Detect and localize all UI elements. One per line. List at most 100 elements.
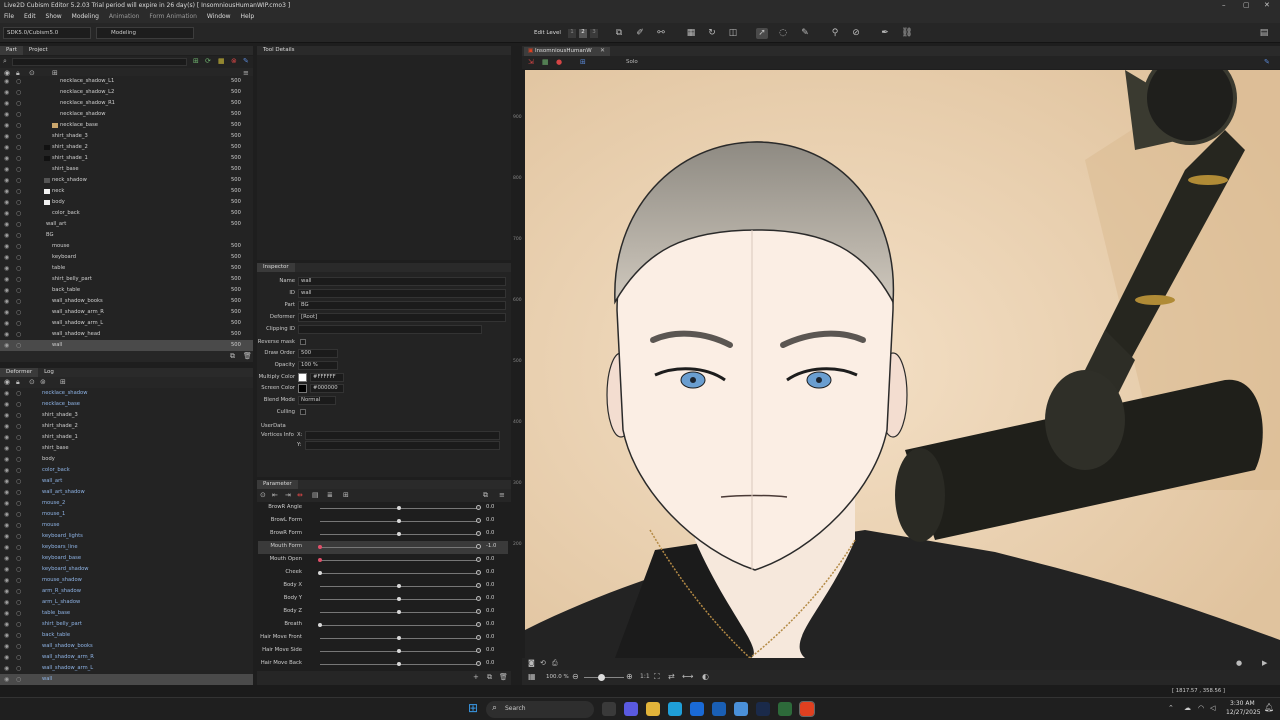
part-row[interactable]: ◉ ○ wall 500: [0, 340, 253, 351]
parameter-handle[interactable]: [397, 662, 401, 666]
lock-toggle-icon[interactable]: ○: [16, 531, 21, 542]
eye-icon[interactable]: ◉: [4, 153, 9, 164]
deformer-lock-icon[interactable]: 🔒︎: [16, 378, 20, 387]
parameter-row[interactable]: BrowL Form 0.0: [258, 515, 508, 528]
deformer-row[interactable]: ◉ ○ arm_L_shadow: [0, 597, 253, 608]
lock-toggle-icon[interactable]: ○: [16, 586, 21, 597]
parameter-handle[interactable]: [318, 545, 322, 549]
zoom-level[interactable]: 100.0 %: [546, 674, 569, 680]
parameter-value[interactable]: 0.0: [486, 660, 494, 666]
solo-toggle[interactable]: Solo: [626, 59, 638, 65]
eye-icon[interactable]: ◉: [4, 131, 9, 142]
eye-icon[interactable]: ◉: [4, 663, 9, 674]
part-row[interactable]: ◉ ○ mouse 500: [0, 241, 253, 252]
deformer-row[interactable]: ◉ ○ mouse_1: [0, 509, 253, 520]
parameter-value[interactable]: 0.0: [486, 517, 494, 523]
inspector-field[interactable]: [Root]: [298, 313, 506, 322]
lock-toggle-icon[interactable]: ○: [16, 197, 21, 208]
inspector-checkbox[interactable]: [300, 409, 306, 415]
lock-toggle-icon[interactable]: ○: [16, 476, 21, 487]
lock-toggle-icon[interactable]: ○: [16, 597, 21, 608]
parameter-handle[interactable]: [397, 584, 401, 588]
search-icon[interactable]: ⌕: [3, 57, 7, 66]
lock-toggle-icon[interactable]: ○: [16, 274, 21, 285]
panel-toggle-icon[interactable]: ▤: [1258, 28, 1270, 39]
eye-icon[interactable]: ◉: [4, 241, 9, 252]
lock-toggle-icon[interactable]: ○: [16, 219, 21, 230]
deformer-eye-icon[interactable]: ⊚: [40, 378, 46, 386]
windows-start-icon[interactable]: ⊞: [468, 701, 478, 715]
eye-icon[interactable]: ◉: [4, 421, 9, 432]
inspector-field[interactable]: 500: [298, 349, 338, 358]
part-row[interactable]: ◉ ○ wall_shadow_arm_R 500: [0, 307, 253, 318]
parameter-slider[interactable]: [320, 625, 478, 626]
tray-volume-icon[interactable]: ◁: [1210, 704, 1215, 712]
blend-icon[interactable]: ▤: [312, 491, 319, 499]
deformer-row[interactable]: ◉ ○ keyboard_base: [0, 553, 253, 564]
vertices-y-field[interactable]: [305, 441, 500, 450]
new-part-icon[interactable]: ⊞: [193, 57, 199, 65]
part-row[interactable]: ◉ ○ shirt_base 500: [0, 164, 253, 175]
parameter-row[interactable]: BrowR Angle 0.0: [258, 502, 508, 515]
lock-toggle-icon[interactable]: ○: [16, 164, 21, 175]
lock-toggle-icon[interactable]: ○: [16, 98, 21, 109]
deformer-row[interactable]: ◉ ○ shirt_shade_3: [0, 410, 253, 421]
deformer-row[interactable]: ◉ ○ shirt_belly_part: [0, 619, 253, 630]
parameter-row[interactable]: Mouth Open 0.0: [258, 554, 508, 567]
task-view-icon[interactable]: [602, 702, 616, 716]
lock-toggle-icon[interactable]: ○: [16, 674, 21, 685]
zoom-in-icon[interactable]: ⊕: [626, 672, 633, 681]
view-mesh-icon[interactable]: ⊞: [580, 58, 586, 66]
deformer-row[interactable]: ◉ ○ keyboars_line: [0, 542, 253, 553]
parameter-handle[interactable]: [397, 532, 401, 536]
deformer-row[interactable]: ◉ ○ necklace_shadow: [0, 388, 253, 399]
lock-toggle-icon[interactable]: ○: [16, 608, 21, 619]
eye-icon[interactable]: ◉: [4, 109, 9, 120]
deformer-row[interactable]: ◉ ○ necklace_base: [0, 399, 253, 410]
eye-icon[interactable]: ◉: [4, 509, 9, 520]
parameter-value[interactable]: 0.0: [486, 647, 494, 653]
lock-toggle-icon[interactable]: ○: [16, 329, 21, 340]
parameter-row[interactable]: Body Z 0.0: [258, 606, 508, 619]
link-param-icon[interactable]: ⊞: [343, 491, 349, 499]
lock-toggle-icon[interactable]: ○: [16, 241, 21, 252]
menu-show[interactable]: Show: [42, 12, 66, 21]
eye-icon[interactable]: ◉: [4, 498, 9, 509]
parameter-row[interactable]: Breath 0.0: [258, 619, 508, 632]
lock-toggle-icon[interactable]: ○: [16, 142, 21, 153]
arrow-select-icon[interactable]: ➚: [756, 28, 768, 39]
parameter-handle[interactable]: [397, 636, 401, 640]
view-record-icon[interactable]: ●: [556, 58, 562, 66]
menu-animation[interactable]: Animation: [105, 12, 144, 21]
screenshot-icon[interactable]: ⎙: [552, 659, 558, 668]
lock-toggle-icon[interactable]: ○: [16, 318, 21, 329]
parameter-slider[interactable]: [320, 560, 478, 561]
eye-icon[interactable]: ◉: [4, 340, 9, 351]
menu-form-animation[interactable]: Form Animation: [145, 12, 201, 21]
lock-toggle-icon[interactable]: ○: [16, 465, 21, 476]
eye-icon[interactable]: ◉: [4, 252, 9, 263]
part-row[interactable]: ◉ ○ color_back 500: [0, 208, 253, 219]
deformer-row[interactable]: ◉ ○ mouse: [0, 520, 253, 531]
edit-level-1[interactable]: 1: [568, 29, 576, 38]
link-icon[interactable]: ⛓: [901, 28, 913, 39]
eye-icon[interactable]: ◉: [4, 164, 9, 175]
parameter-value[interactable]: 0.0: [486, 504, 494, 510]
deformer-row[interactable]: ◉ ○ wall_art_shadow: [0, 487, 253, 498]
part-row[interactable]: ◉ ○ necklace_shadow_R1 500: [0, 98, 253, 109]
tray-chevron-icon[interactable]: ⌃: [1168, 704, 1174, 712]
layers-icon[interactable]: ◫: [727, 28, 739, 39]
inspector-field[interactable]: #FFFFFF: [310, 373, 344, 382]
parameter-handle[interactable]: [397, 610, 401, 614]
deformer-row[interactable]: ◉ ○ shirt_shade_2: [0, 421, 253, 432]
actual-size-icon[interactable]: 1:1: [640, 673, 650, 680]
eye-icon[interactable]: ◉: [4, 230, 9, 241]
lock-toggle-icon[interactable]: ○: [16, 120, 21, 131]
zoom-slider-handle[interactable]: [598, 674, 605, 681]
tab-deformer[interactable]: Deformer: [0, 368, 39, 377]
screen-color-swatch[interactable]: [298, 384, 307, 393]
lock-toggle-icon[interactable]: ○: [16, 296, 21, 307]
inspector-field[interactable]: BG: [298, 301, 506, 310]
eye-icon[interactable]: ◉: [4, 443, 9, 454]
deformer-row[interactable]: ◉ ○ mouse_2: [0, 498, 253, 509]
